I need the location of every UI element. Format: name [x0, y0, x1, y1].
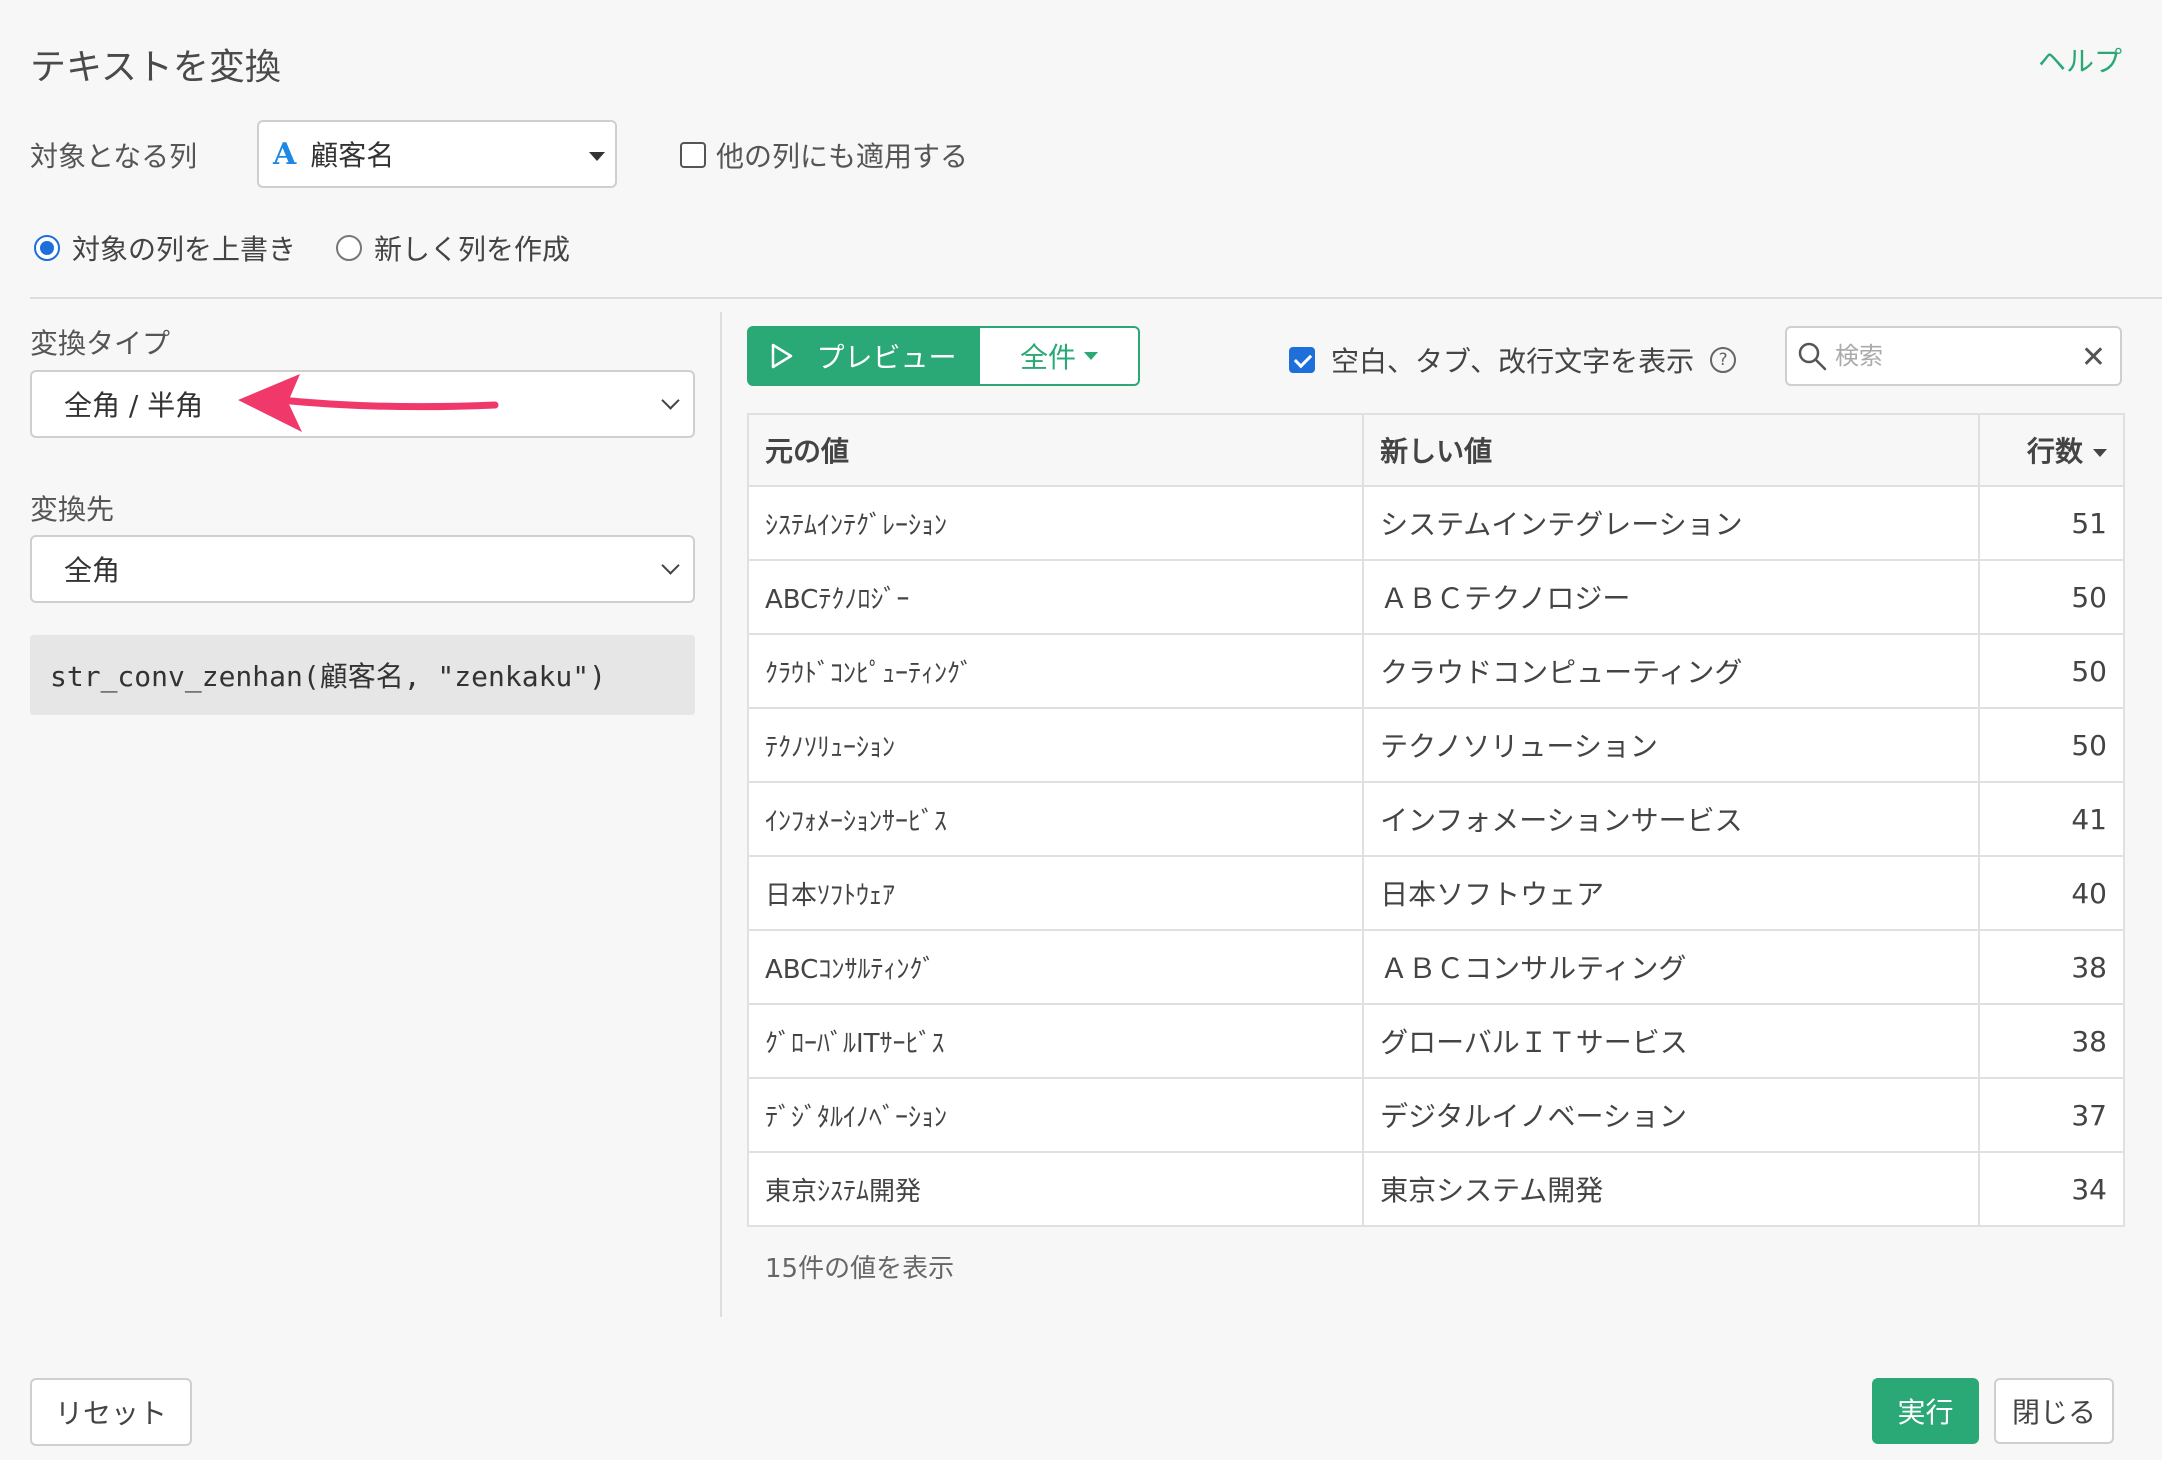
- cell-original: 日本ｿﾌﾄｳｪｱ: [746, 855, 1365, 931]
- cell-original: ABCﾃｸﾉﾛｼﾞｰ: [746, 559, 1365, 635]
- cell-original: ｼｽﾃﾑｲﾝﾃｸﾞﾚｰｼｮﾝ: [746, 485, 1365, 561]
- all-rows-dropdown[interactable]: 全件: [980, 326, 1140, 386]
- cell-count: 50: [1978, 707, 2125, 783]
- cell-count: 51: [1978, 485, 2125, 561]
- show-whitespace-option[interactable]: 空白、タブ、改行文字を表示 ?: [1289, 340, 1737, 380]
- show-whitespace-label: 空白、タブ、改行文字を表示: [1331, 345, 1695, 378]
- cell-original: ﾃｸﾉｿﾘｭｰｼｮﾝ: [746, 707, 1365, 783]
- table-row: ABCﾃｸﾉﾛｼﾞｰ ＡＢＣテクノロジー 50: [746, 559, 2125, 635]
- table-row: ﾃﾞｼﾞﾀﾙｲﾉﾍﾞｰｼｮﾝ デジタルイノベーション 37: [746, 1077, 2125, 1153]
- caret-down-icon: [1084, 352, 1098, 360]
- target-column-label: 対象となる列: [30, 140, 198, 173]
- search-icon: [1798, 342, 1827, 371]
- new-column-option[interactable]: 新しく列を作成: [336, 228, 570, 268]
- preview-table: 元の値 新しい値 行数 ｼｽﾃﾑｲﾝﾃｸﾞﾚｰｼｮﾝ システムインテグレーション…: [746, 413, 2125, 1227]
- transform-type-value: 全角 / 半角: [64, 389, 204, 422]
- table-row: ｼｽﾃﾑｲﾝﾃｸﾞﾚｰｼｮﾝ システムインテグレーション 51: [746, 485, 2125, 561]
- cell-count: 50: [1978, 559, 2125, 635]
- new-column-label: 新しく列を作成: [374, 233, 571, 266]
- cell-new: 東京システム開発: [1362, 1151, 1981, 1227]
- target-column-select[interactable]: A 顧客名: [257, 120, 617, 188]
- preview-label: プレビュー: [816, 341, 957, 374]
- overwrite-radio[interactable]: [34, 235, 60, 261]
- table-header-row: 元の値 新しい値 行数: [746, 413, 2125, 487]
- new-column-radio[interactable]: [336, 235, 363, 261]
- vertical-divider: [720, 312, 722, 1317]
- table-row: ABCｺﾝｻﾙﾃｨﾝｸﾞ ＡＢＣコンサルティング 38: [746, 929, 2125, 1005]
- table-row: ﾃｸﾉｿﾘｭｰｼｮﾝ テクノソリューション 50: [746, 707, 2125, 783]
- search-box: ✕: [1785, 326, 2122, 386]
- close-button[interactable]: 閉じる: [1994, 1378, 2114, 1444]
- cell-new: システムインテグレーション: [1362, 485, 1981, 561]
- header-original: 元の値: [746, 413, 1365, 487]
- preview-button[interactable]: プレビュー: [747, 326, 980, 386]
- destination-label: 変換先: [30, 493, 115, 526]
- overwrite-option[interactable]: 対象の列を上書き: [34, 228, 296, 268]
- table-row: ｲﾝﾌｫﾒｰｼｮﾝｻｰﾋﾞｽ インフォメーションサービス 41: [746, 781, 2125, 857]
- cell-original: ｸﾞﾛｰﾊﾞﾙITｻｰﾋﾞｽ: [746, 1003, 1365, 1079]
- sort-caret-icon: [2093, 449, 2107, 457]
- search-input[interactable]: [1835, 342, 2065, 370]
- horizontal-divider: [30, 297, 2162, 299]
- target-column-value: 顧客名: [310, 139, 395, 172]
- cell-count: 38: [1978, 929, 2125, 1005]
- cell-original: ｲﾝﾌｫﾒｰｼｮﾝｻｰﾋﾞｽ: [746, 781, 1365, 857]
- apply-others-option[interactable]: 他の列にも適用する: [680, 135, 968, 175]
- cell-original: ｸﾗｳﾄﾞｺﾝﾋﾟｭｰﾃｨﾝｸﾞ: [746, 633, 1365, 709]
- chevron-down-icon: [661, 556, 680, 575]
- cell-new: テクノソリューション: [1362, 707, 1981, 783]
- overwrite-label: 対象の列を上書き: [72, 233, 297, 266]
- cell-new: デジタルイノベーション: [1362, 1077, 1981, 1153]
- annotation-arrow-icon: [238, 374, 499, 432]
- header-count-label: 行数: [2026, 435, 2083, 468]
- destination-select[interactable]: 全角: [30, 535, 695, 603]
- generated-code: str_conv_zenhan(顧客名, "zenkaku"): [30, 635, 695, 715]
- row-count-note: 15件の値を表示: [765, 1254, 955, 1284]
- cell-new: インフォメーションサービス: [1362, 781, 1981, 857]
- all-rows-label: 全件: [1019, 341, 1076, 374]
- cell-new: クラウドコンピューティング: [1362, 633, 1981, 709]
- cell-count: 37: [1978, 1077, 2125, 1153]
- destination-value: 全角: [64, 554, 121, 587]
- cell-count: 41: [1978, 781, 2125, 857]
- clear-search-icon[interactable]: ✕: [2081, 340, 2106, 375]
- table-row: 東京ｼｽﾃﾑ開発 東京システム開発 34: [746, 1151, 2125, 1227]
- cell-count: 34: [1978, 1151, 2125, 1227]
- header-count[interactable]: 行数: [1978, 413, 2125, 487]
- cell-original: 東京ｼｽﾃﾑ開発: [746, 1151, 1365, 1227]
- caret-down-icon: [589, 152, 605, 161]
- cell-new: ＡＢＣコンサルティング: [1362, 929, 1981, 1005]
- cell-new: 日本ソフトウェア: [1362, 855, 1981, 931]
- apply-others-checkbox[interactable]: [680, 142, 706, 168]
- chevron-down-icon: [661, 391, 680, 410]
- table-row: 日本ｿﾌﾄｳｪｱ 日本ソフトウェア 40: [746, 855, 2125, 931]
- cell-new: ＡＢＣテクノロジー: [1362, 559, 1981, 635]
- dialog-title: テキストを変換: [30, 47, 281, 88]
- cell-count: 38: [1978, 1003, 2125, 1079]
- table-row: ｸﾗｳﾄﾞｺﾝﾋﾟｭｰﾃｨﾝｸﾞ クラウドコンピューティング 50: [746, 633, 2125, 709]
- header-new: 新しい値: [1362, 413, 1981, 487]
- cell-original: ABCｺﾝｻﾙﾃｨﾝｸﾞ: [746, 929, 1365, 1005]
- apply-others-label: 他の列にも適用する: [716, 140, 969, 173]
- cell-count: 40: [1978, 855, 2125, 931]
- reset-button[interactable]: リセット: [30, 1378, 192, 1446]
- question-icon[interactable]: ?: [1710, 347, 1737, 373]
- cell-count: 50: [1978, 633, 2125, 709]
- run-button[interactable]: 実行: [1872, 1378, 1979, 1444]
- string-type-icon: A: [273, 136, 297, 172]
- output-mode-group: 対象の列を上書き 新しく列を作成: [34, 228, 570, 268]
- transform-type-label: 変換タイプ: [30, 327, 171, 360]
- preview-button-group: プレビュー 全件: [747, 326, 1140, 386]
- help-link[interactable]: ヘルプ: [2038, 40, 2122, 80]
- cell-original: ﾃﾞｼﾞﾀﾙｲﾉﾍﾞｰｼｮﾝ: [746, 1077, 1365, 1153]
- play-icon: [772, 343, 793, 369]
- cell-new: グローバルＩＴサービス: [1362, 1003, 1981, 1079]
- table-row: ｸﾞﾛｰﾊﾞﾙITｻｰﾋﾞｽ グローバルＩＴサービス 38: [746, 1003, 2125, 1079]
- show-whitespace-checkbox[interactable]: [1289, 347, 1315, 373]
